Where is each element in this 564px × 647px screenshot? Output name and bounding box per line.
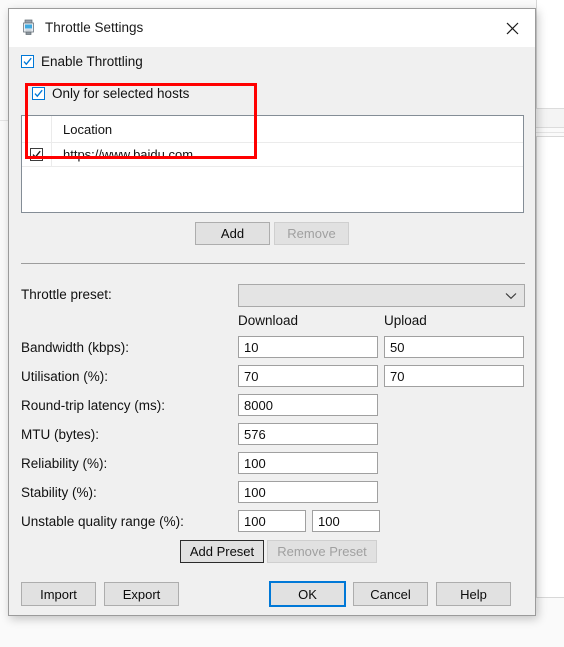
round-trip-latency-input[interactable]: 8000 xyxy=(238,394,378,416)
reliability-label: Reliability (%): xyxy=(21,456,108,471)
unstable-quality-max-input[interactable]: 100 xyxy=(312,510,380,532)
ok-button[interactable]: OK xyxy=(269,581,346,607)
host-list-header-check-cell xyxy=(22,116,52,142)
background-window xyxy=(536,0,564,112)
enable-throttling-label: Enable Throttling xyxy=(41,54,143,69)
enable-throttling-checkbox[interactable]: Enable Throttling xyxy=(21,54,143,69)
remove-preset-button: Remove Preset xyxy=(267,540,377,563)
bandwidth-download-input[interactable]: 10 xyxy=(238,336,378,358)
mtu-input[interactable]: 576 xyxy=(238,423,378,445)
checkbox-box-enable-throttling xyxy=(21,55,34,68)
host-list-header-location: Location xyxy=(63,121,113,137)
bandwidth-label: Bandwidth (kbps): xyxy=(21,340,130,355)
throttle-settings-dialog: Throttle Settings Enable Throttling Only… xyxy=(8,8,536,616)
background-window-lower xyxy=(536,136,564,598)
upload-column-header: Upload xyxy=(384,313,427,328)
unstable-quality-range-label: Unstable quality range (%): xyxy=(21,514,184,529)
checkbox-box-only-selected-hosts xyxy=(32,87,45,100)
cancel-button[interactable]: Cancel xyxy=(353,582,428,606)
throttle-preset-label: Throttle preset: xyxy=(21,287,112,302)
throttle-preset-select[interactable] xyxy=(238,284,525,307)
export-button-label: Export xyxy=(122,586,161,602)
add-button-label: Add xyxy=(220,226,245,241)
chevron-down-icon xyxy=(505,292,517,300)
remove-button: Remove xyxy=(274,222,349,245)
host-row-checkbox[interactable] xyxy=(22,143,52,166)
title-bar: Throttle Settings xyxy=(9,9,535,47)
utilisation-label: Utilisation (%): xyxy=(21,369,109,384)
round-trip-latency-label: Round-trip latency (ms): xyxy=(21,398,166,413)
help-button[interactable]: Help xyxy=(436,582,511,606)
only-selected-hosts-checkbox[interactable]: Only for selected hosts xyxy=(32,86,189,101)
unstable-quality-min-input[interactable]: 100 xyxy=(238,510,306,532)
mtu-label: MTU (bytes): xyxy=(21,427,100,442)
stability-label: Stability (%): xyxy=(21,485,97,500)
utilisation-download-input[interactable]: 70 xyxy=(238,365,378,387)
host-row-location: https://www.baidu.com xyxy=(63,147,194,162)
add-button[interactable]: Add xyxy=(195,222,270,245)
export-button[interactable]: Export xyxy=(104,582,179,606)
background-toolbar-strip xyxy=(536,108,564,128)
close-icon[interactable] xyxy=(490,9,535,47)
host-list[interactable]: Location https://www.baidu.com xyxy=(21,115,524,213)
reliability-input[interactable]: 100 xyxy=(238,452,378,474)
window-title: Throttle Settings xyxy=(45,20,144,35)
import-button[interactable]: Import xyxy=(21,582,96,606)
ok-button-label: OK xyxy=(298,586,317,602)
utilisation-upload-input[interactable]: 70 xyxy=(384,365,524,387)
remove-button-label: Remove xyxy=(287,226,336,241)
remove-preset-button-label: Remove Preset xyxy=(277,544,367,559)
host-list-header: Location xyxy=(22,116,523,143)
help-button-label: Help xyxy=(460,586,487,602)
only-selected-hosts-label: Only for selected hosts xyxy=(52,86,190,101)
table-row[interactable]: https://www.baidu.com xyxy=(22,143,523,167)
add-preset-button-label: Add Preset xyxy=(189,544,255,559)
checkbox-box-host-row xyxy=(30,148,43,161)
add-preset-button[interactable]: Add Preset xyxy=(180,540,264,563)
bandwidth-upload-input[interactable]: 50 xyxy=(384,336,524,358)
import-button-label: Import xyxy=(40,586,77,602)
background-divider xyxy=(536,132,564,133)
throttle-icon xyxy=(20,19,37,36)
stability-input[interactable]: 100 xyxy=(238,481,378,503)
section-divider xyxy=(21,263,525,264)
download-column-header: Download xyxy=(238,313,299,328)
cancel-button-label: Cancel xyxy=(370,586,411,602)
